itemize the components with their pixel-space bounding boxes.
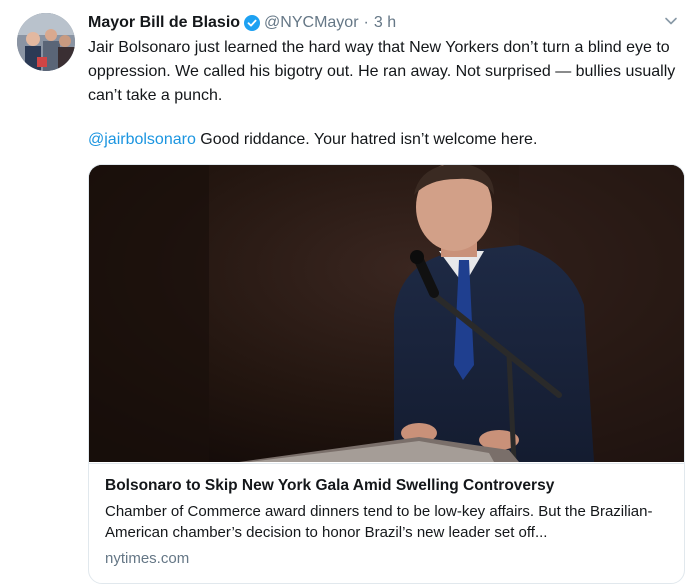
reply-text: Good riddance. Your hatred isn’t welcome…	[195, 131, 538, 148]
verified-badge-icon	[244, 15, 261, 31]
tweet-reply-line: @jairbolsonaro Good riddance. Your hatre…	[88, 128, 678, 152]
card-domain: nytimes.com	[105, 550, 190, 567]
tweet-header: Mayor Bill de Blasio @NYCMayor · 3 h	[88, 12, 396, 34]
avatar-image	[17, 13, 75, 71]
avatar[interactable]	[17, 13, 75, 71]
card-title[interactable]: Bolsonaro to Skip New York Gala Amid Swe…	[105, 477, 554, 495]
chevron-down-icon[interactable]	[664, 14, 678, 28]
card-image[interactable]	[89, 165, 684, 462]
tweet-timestamp[interactable]: 3 h	[374, 14, 396, 32]
mention-link[interactable]: @jairbolsonaro	[88, 131, 196, 148]
separator-dot: ·	[363, 14, 369, 31]
author-name[interactable]: Mayor Bill de Blasio	[88, 14, 240, 32]
author-handle[interactable]: @NYCMayor	[264, 14, 358, 32]
tweet-body: Jair Bolsonaro just learned the hard way…	[88, 39, 676, 104]
card-description: Chamber of Commerce award dinners tend t…	[105, 503, 653, 541]
card-body[interactable]: Bolsonaro to Skip New York Gala Amid Swe…	[89, 463, 684, 583]
link-preview-card[interactable]: Bolsonaro to Skip New York Gala Amid Swe…	[88, 164, 685, 584]
tweet-text: Jair Bolsonaro just learned the hard way…	[88, 36, 678, 152]
